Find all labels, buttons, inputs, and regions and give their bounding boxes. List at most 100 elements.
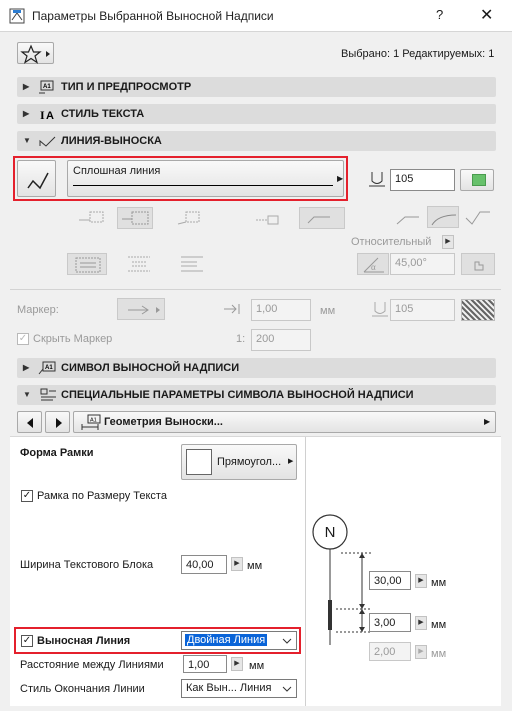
relative-label: Относительный (351, 236, 432, 248)
title-bar: Параметры Выбранной Выносной Надписи ? ✕ (0, 0, 512, 32)
line-type-label: Сплошная линия (73, 165, 161, 177)
section-special-params[interactable]: ▼ СПЕЦИАЛЬНЫЕ ПАРАМЕТРЫ СИМВОЛА ВЫНОСНОЙ… (17, 385, 496, 405)
svg-text:A1: A1 (90, 418, 97, 424)
dim1-arrow[interactable]: ▶ (415, 574, 427, 588)
collapse-arrow-icon: ▼ (23, 390, 31, 399)
geometry-page-select[interactable]: A1 Геометрия Выноски... ▶ (73, 411, 496, 433)
section-leader-line[interactable]: ▼ ЛИНИЯ-ВЫНОСКА (17, 131, 496, 151)
marker-pattern-button[interactable] (461, 299, 495, 321)
leader-line-select[interactable]: Двойная Линия (181, 631, 297, 650)
svg-text:A1: A1 (43, 84, 51, 90)
chevron-right-icon: ▶ (337, 174, 344, 183)
pen-number-input[interactable]: 105 (390, 169, 455, 191)
section-type-preview[interactable]: ▶ A1 ТИП И ПРЕДПРОСМОТР (17, 77, 496, 97)
anchor-left-middle-icon[interactable] (117, 207, 153, 229)
fit-frame-checkbox[interactable]: ✓ (21, 490, 33, 502)
selection-info: Выбрано: 1 Редактируемых: 1 (341, 48, 495, 60)
star-icon (20, 44, 50, 64)
line-end-style-select[interactable]: Как Вын... Линия (181, 679, 297, 698)
anchor-right-icon[interactable] (254, 210, 282, 229)
marker-size-input[interactable]: 1,00 (251, 299, 311, 321)
leader-line-checkbox[interactable]: ✓ (21, 635, 33, 647)
section-label: СИМВОЛ ВЫНОСНОЙ НАДПИСИ (61, 362, 240, 374)
dim3-arrow[interactable]: ▶ (415, 645, 427, 659)
angle-icon[interactable]: α (357, 253, 389, 275)
dim2-unit: мм (431, 619, 447, 631)
section-label: ЛИНИЯ-ВЫНОСКА (61, 135, 162, 147)
leader-curved-icon[interactable] (427, 206, 459, 228)
text-block-width-arrow[interactable]: ▶ (231, 557, 243, 571)
text-block-width-input[interactable]: 40,00 (181, 555, 227, 574)
frame-shape-label: Форма Рамки (20, 447, 94, 459)
marker-pen-input[interactable]: 105 (390, 299, 455, 321)
line-type-select[interactable]: Сплошная линия ▶ (67, 160, 344, 197)
pen-color-swatch (472, 174, 486, 186)
line-distance-arrow[interactable]: ▶ (231, 657, 243, 671)
line-distance-input[interactable]: 1,00 (183, 655, 227, 673)
dim1-input[interactable]: 30,00 (369, 571, 411, 590)
section-text-style[interactable]: ▶ IA СТИЛЬ ТЕКСТА (17, 104, 496, 124)
marker-ratio-input[interactable]: 200 (251, 329, 311, 351)
text-frame-lines-icon[interactable] (124, 254, 154, 277)
section-label: СТИЛЬ ТЕКСТА (61, 108, 145, 120)
chevron-right-icon: ▶ (484, 417, 491, 426)
text-frame-left-icon[interactable] (177, 254, 207, 277)
anchor-left-bottom-icon[interactable] (176, 210, 204, 229)
close-button[interactable]: ✕ (480, 5, 493, 25)
marker-ratio-label: 1: (236, 333, 246, 345)
marker-label: Маркер: (17, 304, 59, 316)
leader-straight-icon[interactable] (395, 206, 421, 231)
text-block-width-unit: мм (247, 560, 263, 572)
symbol-letter: N (324, 524, 336, 541)
text-frame-full-icon[interactable] (67, 253, 107, 275)
anchor-left-top-icon[interactable] (78, 210, 106, 229)
dim3-unit: мм (431, 648, 447, 660)
help-button[interactable]: ? (436, 7, 443, 22)
app-icon (9, 8, 25, 24)
anchor-right-middle-icon[interactable] (299, 207, 345, 229)
expand-arrow-icon: ▶ (23, 82, 30, 91)
leader-line-label: Выносная Линия (37, 635, 131, 647)
leader-shape-button[interactable] (17, 160, 56, 197)
pen-icon (368, 170, 386, 191)
leader-line-icon (39, 136, 56, 147)
relative-arrow-button[interactable]: ▶ (442, 235, 454, 249)
hide-marker-checkbox[interactable]: ✓ (17, 333, 29, 345)
dim2-arrow[interactable]: ▶ (415, 616, 427, 630)
svg-text:A1: A1 (45, 365, 53, 371)
line-distance-label: Расстояние между Линиями (20, 659, 164, 671)
marker-pen-icon (371, 300, 389, 321)
dim2-input[interactable]: 3,00 (369, 613, 411, 632)
line-end-style-value: Как Вын... Линия (186, 682, 272, 694)
chevron-down-icon (282, 638, 292, 644)
svg-text:A: A (46, 110, 54, 121)
leader-line-value: Двойная Линия (185, 634, 268, 646)
angle-lock-button[interactable] (461, 253, 495, 275)
label-symbol-icon: A1 (38, 361, 56, 375)
marker-type-select[interactable] (117, 298, 165, 320)
section-label-symbol[interactable]: ▶ A1 СИМВОЛ ВЫНОСНОЙ НАДПИСИ (17, 358, 496, 378)
pen-color-button[interactable] (460, 169, 494, 191)
leader-spline-icon[interactable] (464, 206, 492, 231)
favorites-button[interactable] (17, 42, 54, 64)
frame-shape-select[interactable]: Прямоугол... ▶ (181, 444, 297, 480)
hide-marker-label: Скрыть Маркер (33, 333, 113, 345)
next-page-button[interactable] (45, 411, 70, 433)
marker-size-unit: мм (320, 305, 336, 317)
leader-shape-icon (27, 172, 49, 190)
geometry-icon: A1 (81, 414, 101, 430)
angle-input[interactable]: 45,00° (390, 253, 455, 275)
separator (10, 289, 501, 290)
chevron-down-icon (282, 686, 292, 692)
dim3-input[interactable]: 2,00 (369, 642, 411, 661)
prev-page-button[interactable] (17, 411, 42, 433)
svg-text:I: I (40, 108, 45, 121)
expand-arrow-icon: ▶ (23, 363, 30, 372)
line-sample (73, 185, 333, 186)
label-type-icon: A1 (39, 80, 54, 94)
frame-shape-value: Прямоугол... (217, 456, 282, 468)
chevron-right-icon (56, 418, 62, 428)
line-end-style-label: Стиль Окончания Линии (20, 683, 145, 695)
expand-arrow-icon: ▶ (23, 109, 30, 118)
frame-shape-preview (186, 449, 212, 475)
